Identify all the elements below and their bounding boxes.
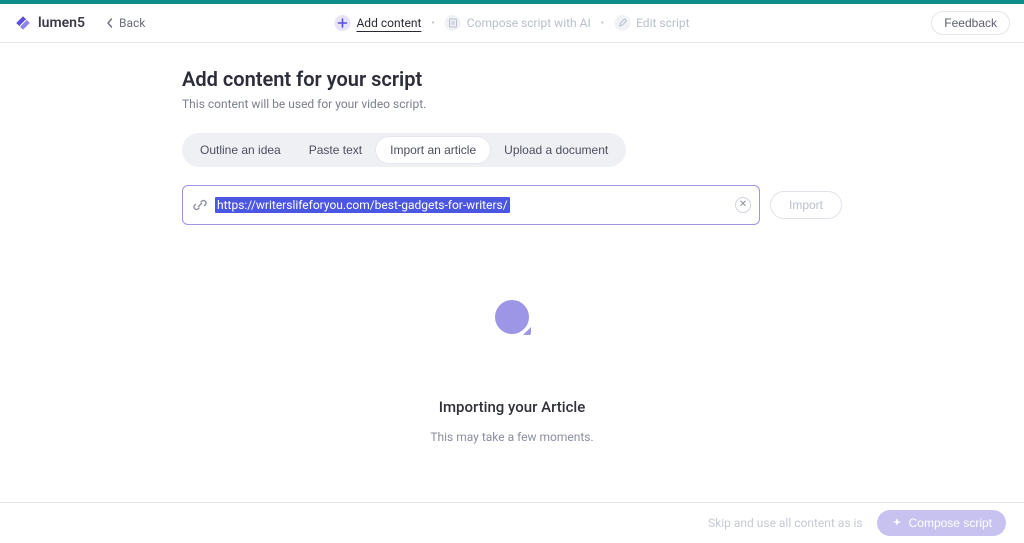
document-icon — [445, 15, 461, 31]
feedback-button[interactable]: Feedback — [931, 11, 1010, 35]
page-subtitle: This content will be used for your video… — [182, 97, 842, 111]
plus-icon — [334, 15, 350, 31]
tab-paste-text[interactable]: Paste text — [295, 137, 376, 163]
back-label: Back — [119, 16, 145, 30]
import-button[interactable]: Import — [770, 191, 842, 219]
brand-logo[interactable]: lumen5 — [14, 14, 85, 32]
loading-spinner-icon — [495, 300, 529, 334]
tab-import-article[interactable]: Import an article — [376, 137, 490, 163]
tab-upload-document[interactable]: Upload a document — [490, 137, 622, 163]
step-label: Add content — [356, 16, 421, 30]
step-edit-script[interactable]: Edit script — [614, 15, 689, 31]
app-header: lumen5 Back Add content • Compose script… — [0, 4, 1024, 43]
loading-subtitle: This may take a few moments. — [430, 430, 593, 444]
link-icon — [193, 198, 207, 212]
clear-url-button[interactable]: ✕ — [735, 197, 751, 213]
article-url-input[interactable]: https://writerslifeforyou.com/best-gadge… — [182, 185, 760, 225]
step-separator: • — [431, 18, 434, 29]
wizard-steps: Add content • Compose script with AI • E… — [334, 15, 689, 31]
chevron-left-icon — [105, 18, 115, 28]
compose-script-button[interactable]: Compose script — [877, 510, 1006, 536]
step-add-content[interactable]: Add content — [334, 15, 421, 31]
page-body: Add content for your script This content… — [172, 67, 852, 225]
skip-link[interactable]: Skip and use all content as is — [708, 516, 863, 530]
step-label: Edit script — [636, 16, 689, 30]
brand-name: lumen5 — [38, 15, 85, 31]
loading-title: Importing your Article — [439, 398, 586, 416]
step-compose-ai[interactable]: Compose script with AI — [445, 15, 591, 31]
back-button[interactable]: Back — [97, 12, 153, 34]
footer-bar: Skip and use all content as is Compose s… — [0, 502, 1024, 543]
step-label: Compose script with AI — [467, 16, 591, 30]
url-input-row: https://writerslifeforyou.com/best-gadge… — [182, 185, 842, 225]
pencil-icon — [614, 15, 630, 31]
brand-logo-icon — [14, 14, 32, 32]
step-separator: • — [601, 18, 604, 29]
article-url-value: https://writerslifeforyou.com/best-gadge… — [215, 197, 510, 213]
loading-overlay: Importing your Article This may take a f… — [0, 300, 1024, 444]
page-title: Add content for your script — [182, 67, 842, 91]
tab-outline-idea[interactable]: Outline an idea — [186, 137, 295, 163]
close-icon: ✕ — [739, 200, 747, 210]
compose-label: Compose script — [909, 516, 992, 530]
content-tabs: Outline an idea Paste text Import an art… — [182, 133, 626, 167]
sparkle-icon — [891, 517, 903, 529]
